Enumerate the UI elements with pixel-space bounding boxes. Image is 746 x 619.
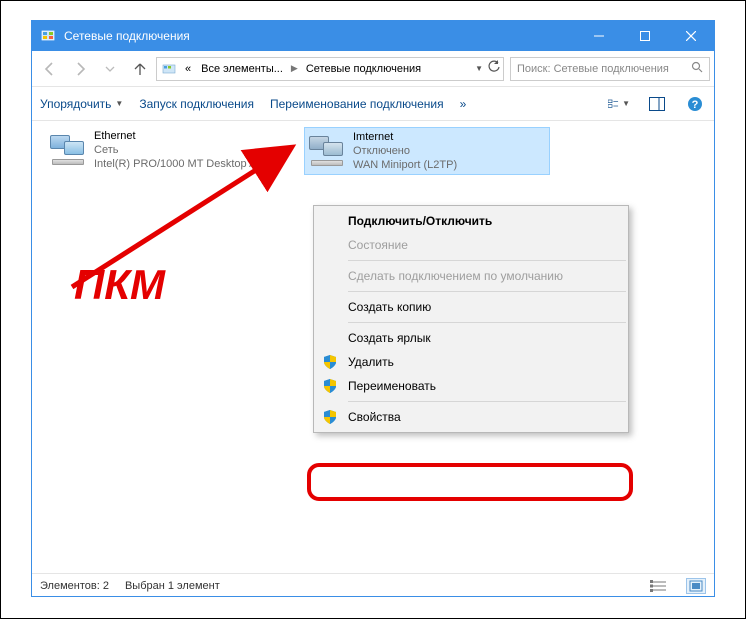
connection-status: Отключено — [353, 144, 457, 158]
titlebar: Сетевые подключения — [32, 21, 714, 51]
status-bar: Элементов: 2 Выбран 1 элемент — [32, 573, 714, 597]
ctx-status: Состояние — [314, 233, 628, 257]
large-icons-view-button[interactable] — [686, 578, 706, 594]
search-input[interactable]: Поиск: Сетевые подключения — [510, 57, 710, 81]
menu-separator — [348, 401, 626, 402]
window-title: Сетевые подключения — [64, 29, 576, 43]
connection-name: Imternet — [353, 130, 457, 144]
folder-location-icon — [161, 61, 177, 77]
ctx-properties[interactable]: Свойства — [314, 405, 628, 429]
up-button[interactable] — [126, 55, 154, 83]
annotation-pkm-label: ПКМ — [74, 261, 165, 309]
details-view-button[interactable] — [648, 578, 668, 594]
ctx-rename[interactable]: Переименовать — [314, 374, 628, 398]
rename-connection-button[interactable]: Переименование подключения — [270, 97, 444, 111]
annotation-highlight-ring — [307, 463, 633, 501]
forward-button[interactable] — [66, 55, 94, 83]
connection-device: Intel(R) PRO/1000 MT Desktop Ad... — [94, 157, 272, 171]
chevron-right-icon[interactable]: ▶ — [289, 63, 300, 74]
navigation-bar: « Все элементы... ▶ Сетевые подключения … — [32, 51, 714, 87]
back-button[interactable] — [36, 55, 64, 83]
breadcrumb-all-items[interactable]: Все элементы... — [197, 63, 287, 75]
connection-internet[interactable]: Imternet Отключено WAN Miniport (L2TP) — [304, 127, 550, 175]
uac-shield-icon — [322, 378, 338, 394]
connection-ethernet[interactable]: Ethernet Сеть Intel(R) PRO/1000 MT Deskt… — [46, 127, 292, 175]
uac-shield-icon — [322, 409, 338, 425]
window-frame: Сетевые подключения « Все элементы... ▶ … — [31, 20, 715, 597]
refresh-button[interactable] — [487, 60, 501, 77]
ctx-make-default: Сделать подключением по умолчанию — [314, 264, 628, 288]
uac-shield-icon — [322, 354, 338, 370]
menu-separator — [348, 291, 626, 292]
maximize-button[interactable] — [622, 21, 668, 51]
breadcrumb-network-connections[interactable]: Сетевые подключения — [302, 63, 425, 75]
address-dropdown-button[interactable]: ▼ — [475, 64, 483, 73]
network-adapter-icon — [48, 129, 88, 169]
control-panel-icon — [40, 28, 56, 44]
help-button[interactable]: ? — [684, 93, 706, 115]
preview-pane-button[interactable] — [646, 93, 668, 115]
ctx-delete[interactable]: Удалить — [314, 350, 628, 374]
menu-separator — [348, 322, 626, 323]
toolbar-overflow-button[interactable]: » — [460, 97, 467, 111]
status-selected-count: Выбран 1 элемент — [125, 580, 220, 592]
svg-text:?: ? — [692, 99, 699, 111]
minimize-button[interactable] — [576, 21, 622, 51]
view-options-button[interactable]: ▼ — [608, 93, 630, 115]
connection-name: Ethernet — [94, 129, 272, 143]
start-connection-button[interactable]: Запуск подключения — [139, 97, 254, 111]
network-adapter-icon — [307, 130, 347, 170]
menu-separator — [348, 260, 626, 261]
ctx-create-shortcut[interactable]: Создать ярлык — [314, 326, 628, 350]
status-item-count: Элементов: 2 — [40, 580, 109, 592]
connection-status: Сеть — [94, 143, 272, 157]
breadcrumb-prefix: « — [181, 63, 195, 75]
organize-menu[interactable]: Упорядочить▼ — [40, 97, 123, 111]
ctx-create-copy[interactable]: Создать копию — [314, 295, 628, 319]
address-bar[interactable]: « Все элементы... ▶ Сетевые подключения … — [156, 57, 504, 81]
ctx-connect-disconnect[interactable]: Подключить/Отключить — [314, 209, 628, 233]
connection-device: WAN Miniport (L2TP) — [353, 158, 457, 172]
search-icon — [691, 61, 703, 76]
content-area: Ethernet Сеть Intel(R) PRO/1000 MT Deskt… — [32, 121, 714, 573]
recent-dropdown-button[interactable] — [96, 55, 124, 83]
close-button[interactable] — [668, 21, 714, 51]
command-toolbar: Упорядочить▼ Запуск подключения Переимен… — [32, 87, 714, 121]
context-menu: Подключить/Отключить Состояние Сделать п… — [313, 205, 629, 433]
search-placeholder: Поиск: Сетевые подключения — [517, 63, 669, 75]
